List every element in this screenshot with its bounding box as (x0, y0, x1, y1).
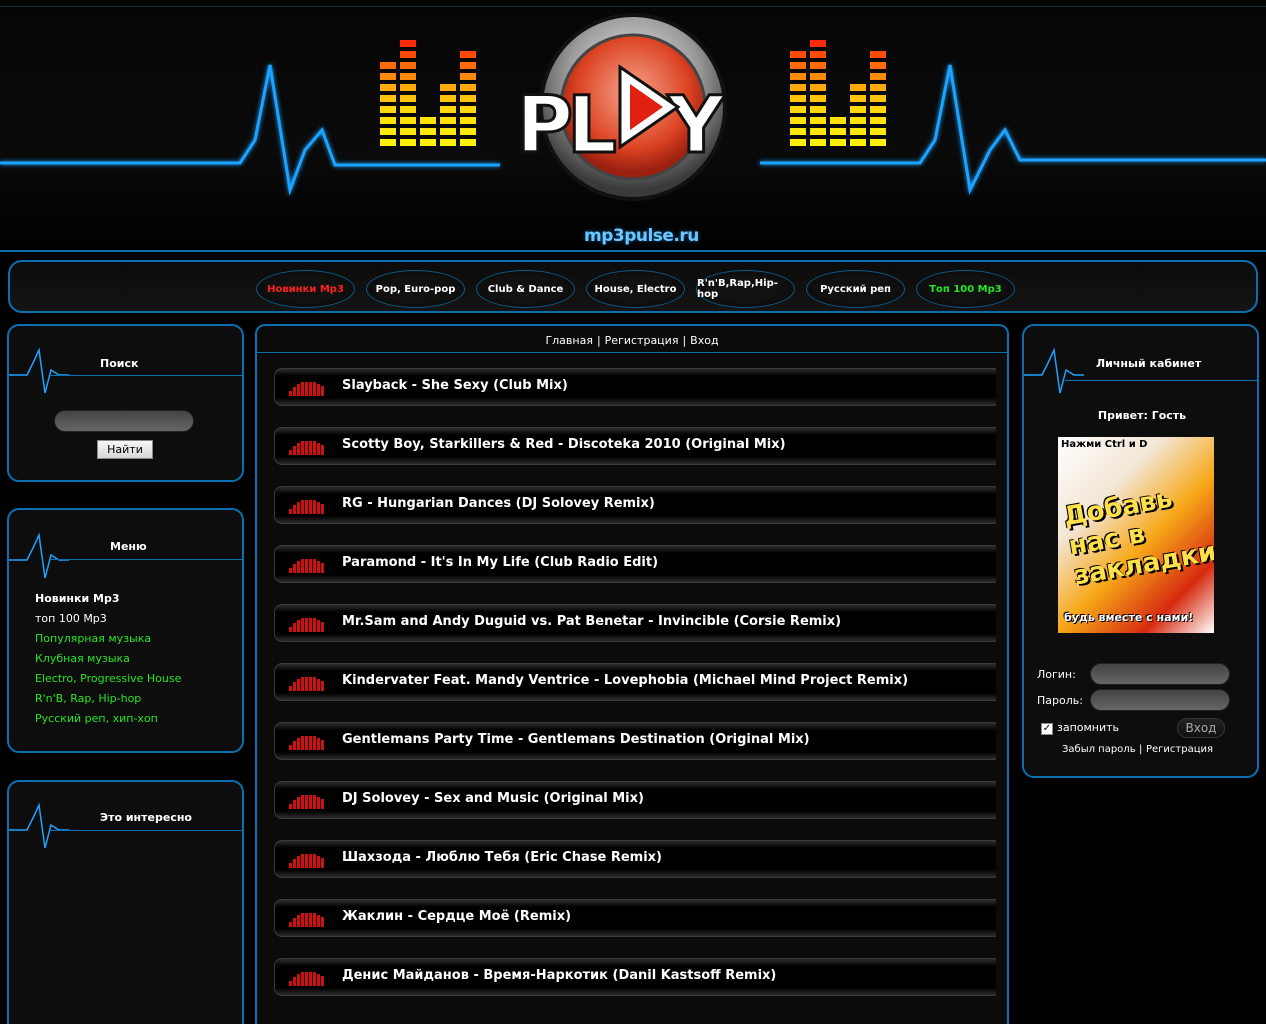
greeting: Привет: Гость (1097, 409, 1187, 422)
search-title: Поиск (100, 357, 139, 370)
track-row[interactable]: Kindervater Feat. Mandy Ventrice - Lovep… (274, 663, 996, 701)
track-title[interactable]: Slayback - She Sexy (Club Mix) (342, 378, 568, 393)
track-row[interactable]: Шахзода - Люблю Тебя (Eric Chase Remix) (274, 840, 996, 878)
pulse-icon (9, 802, 69, 849)
menu-item-popular[interactable]: Популярная музыка (35, 632, 151, 645)
track-title[interactable]: Gentlemans Party Time - Gentlemans Desti… (342, 732, 810, 747)
divider (50, 559, 242, 560)
track-row[interactable]: RG - Hungarian Dances (DJ Solovey Remix) (274, 486, 996, 524)
remember-label: запомнить (1057, 721, 1120, 734)
register-link[interactable]: Регистрация (1146, 744, 1213, 755)
menu-item-electro[interactable]: Electro, Progressive House (35, 672, 181, 685)
nav-top-100[interactable]: Топ 100 Mp3 (916, 270, 1015, 308)
track-row[interactable]: Gentlemans Party Time - Gentlemans Desti… (274, 722, 996, 760)
menu-title: Меню (110, 540, 147, 553)
nav-pop[interactable]: Pop, Euro-pop (366, 270, 465, 308)
pulse-icon (9, 347, 69, 394)
equalizer-icon (289, 972, 324, 986)
site-url: mp3pulse.ru (584, 226, 699, 246)
track-title[interactable]: Денис Майданов - Время-Наркотик (Danil K… (342, 968, 776, 983)
track-title[interactable]: Mr.Sam and Andy Duguid vs. Pat Benetar -… (342, 614, 841, 629)
menu-item-rnb[interactable]: R'n'B, Rap, Hip-hop (35, 692, 141, 705)
bookmark-banner[interactable]: Нажми Ctrl и D Добавь нас в закладки! бу… (1058, 437, 1214, 633)
remember-checkbox[interactable]: ✓ (1041, 723, 1053, 735)
menu-item-club[interactable]: Клубная музыка (35, 652, 130, 665)
category-nav: Новинки Mp3 Pop, Euro-pop Club & Dance H… (8, 260, 1258, 313)
login-input[interactable] (1090, 663, 1230, 685)
divider (257, 352, 1007, 353)
equalizer-icon (289, 677, 324, 691)
divider (50, 375, 242, 376)
track-title[interactable]: Kindervater Feat. Mandy Ventrice - Lovep… (342, 673, 908, 688)
breadcrumb: Главная | Регистрация | Вход (545, 334, 719, 347)
password-label: Пароль: (1037, 694, 1083, 707)
link-separator: | (1139, 744, 1143, 755)
equalizer-right-icon (790, 40, 886, 146)
breadcrumb-register[interactable]: Регистрация (605, 334, 679, 347)
interesting-title: Это интересно (100, 811, 192, 824)
track-row[interactable]: Paramond - It's In My Life (Club Radio E… (274, 545, 996, 583)
site-header: PL Y mp3pulse.ru (0, 0, 1266, 252)
divider (50, 830, 242, 831)
track-title[interactable]: RG - Hungarian Dances (DJ Solovey Remix) (342, 496, 655, 511)
svg-text:PL: PL (516, 81, 615, 171)
track-row[interactable]: Slayback - She Sexy (Club Mix) (274, 368, 996, 406)
track-row[interactable]: DJ Solovey - Sex and Music (Original Mix… (274, 781, 996, 819)
banner-top-text: Нажми Ctrl и D (1061, 439, 1148, 450)
equalizer-icon (289, 913, 324, 927)
banner-bottom-text: будь вместе с нами! (1064, 611, 1194, 624)
equalizer-icon (289, 618, 324, 632)
login-label: Логин: (1037, 668, 1076, 681)
nav-house-electro[interactable]: House, Electro (586, 270, 685, 308)
breadcrumb-login[interactable]: Вход (690, 334, 718, 347)
track-title[interactable]: DJ Solovey - Sex and Music (Original Mix… (342, 791, 644, 806)
divider (1065, 380, 1257, 381)
search-button[interactable]: Найти (97, 440, 153, 459)
menu-item-top100[interactable]: топ 100 Mp3 (35, 612, 107, 625)
track-title[interactable]: Paramond - It's In My Life (Club Radio E… (342, 555, 658, 570)
nav-russian-rap[interactable]: Русский реп (806, 270, 905, 308)
login-button[interactable]: Вход (1177, 718, 1225, 738)
nav-club-dance[interactable]: Club & Dance (476, 270, 575, 308)
track-title[interactable]: Scotty Boy, Starkillers & Red - Discotek… (342, 437, 786, 452)
pulse-icon (9, 532, 69, 579)
forgot-password-link[interactable]: Забыл пароль (1062, 744, 1136, 755)
account-title: Личный кабинет (1096, 357, 1202, 370)
play-logo: PL Y (515, 13, 728, 201)
equalizer-icon (289, 795, 324, 809)
track-row[interactable]: Жаклин - Сердце Моё (Remix) (274, 899, 996, 937)
breadcrumb-home[interactable]: Главная (545, 334, 593, 347)
menu-item-new[interactable]: Новинки Mp3 (35, 592, 120, 605)
search-input[interactable] (54, 410, 194, 432)
menu-item-russian-rap[interactable]: Русский реп, хип-хоп (35, 712, 158, 725)
svg-text:Y: Y (667, 81, 726, 171)
equalizer-icon (289, 441, 324, 455)
equalizer-icon (289, 854, 324, 868)
equalizer-icon (289, 382, 324, 396)
nav-rnb-rap[interactable]: R'n'B,Rap,Hip-hop (696, 270, 795, 308)
track-row[interactable]: Scotty Boy, Starkillers & Red - Discotek… (274, 427, 996, 465)
banner-main-text: Добавь нас в закладки! (1061, 483, 1214, 592)
equalizer-icon (289, 559, 324, 573)
track-row[interactable]: Mr.Sam and Andy Duguid vs. Pat Benetar -… (274, 604, 996, 642)
track-title[interactable]: Жаклин - Сердце Моё (Remix) (342, 909, 571, 924)
equalizer-icon (289, 736, 324, 750)
nav-new-mp3[interactable]: Новинки Mp3 (256, 270, 355, 308)
track-title[interactable]: Шахзода - Люблю Тебя (Eric Chase Remix) (342, 850, 662, 865)
equalizer-left-icon (380, 40, 476, 146)
pulse-icon (1024, 347, 1084, 394)
password-input[interactable] (1090, 689, 1230, 711)
track-row[interactable]: Денис Майданов - Время-Наркотик (Danil K… (274, 958, 996, 996)
equalizer-icon (289, 500, 324, 514)
